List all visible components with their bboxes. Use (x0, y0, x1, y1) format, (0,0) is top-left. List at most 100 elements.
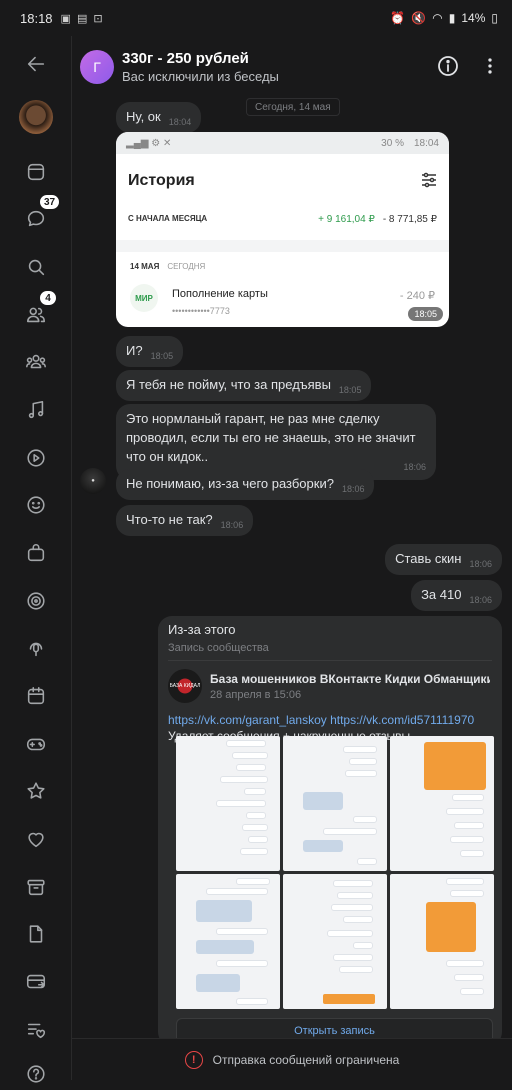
screenshot-attachment[interactable]: ▂▄▆ ⚙ ✕ 30 % 18:04 История С НАЧАЛА МЕСЯ… (116, 132, 449, 327)
outgoing-bubble[interactable]: За 410 18:06 (411, 580, 502, 611)
gallery-icon: ▣ (60, 12, 71, 25)
rail-communities[interactable] (20, 346, 52, 378)
communities-icon (26, 354, 46, 369)
music-icon (28, 400, 44, 419)
target-icon (27, 592, 45, 610)
back-button[interactable] (20, 48, 52, 80)
rail-search[interactable] (20, 251, 52, 283)
rail-payments[interactable] (20, 966, 52, 998)
message-text: Я тебя не пойму, что за предъявы (126, 377, 331, 392)
photo-thumbnail[interactable] (283, 736, 387, 871)
restriction-text: Отправка сообщений ограничена (212, 1052, 400, 1067)
play-icon (27, 449, 45, 467)
message-text: За 410 (421, 587, 462, 602)
rail-market[interactable] (20, 537, 52, 569)
message-bubble[interactable]: Что-то не так? 18:06 (116, 505, 254, 536)
card-transfer-icon (26, 974, 46, 989)
message-text: И? (126, 343, 143, 358)
chat-avatar[interactable]: Г (80, 50, 114, 84)
message-text: Ставь скин (395, 551, 462, 566)
repost-links[interactable]: https://vk.com/garant_lanskoy https://vk… (168, 713, 492, 727)
message-time: 18:04 (168, 117, 192, 127)
more-vertical-icon (488, 58, 492, 74)
search-icon (28, 259, 45, 276)
document-icon (29, 925, 43, 943)
alarm-icon: ⏰ (390, 11, 406, 25)
info-button[interactable] (434, 52, 462, 80)
arrow-left-icon (27, 56, 45, 72)
profile-avatar[interactable] (19, 100, 53, 134)
signal-icon: ▮ (448, 11, 456, 25)
rail-stickers[interactable] (20, 489, 52, 521)
left-rail: 37 4 (0, 36, 72, 1083)
open-post-button[interactable]: Открыть запись (176, 1018, 493, 1038)
rail-podcasts[interactable] (20, 632, 52, 664)
outgoing-bubble[interactable]: Ставь скин 18:06 (385, 544, 502, 575)
message-time: 18:06 (469, 559, 492, 569)
help-icon (27, 1065, 45, 1083)
message-bubble[interactable]: Не понимаю, из-за чего разборки? 18:06 (116, 469, 375, 500)
message-bubble[interactable]: И? 18:05 (116, 336, 184, 367)
rail-charity[interactable] (20, 1014, 52, 1046)
rail-news[interactable] (20, 156, 52, 188)
gamepad-icon (26, 738, 46, 751)
rail-events[interactable] (20, 680, 52, 712)
photo-thumbnail[interactable] (283, 874, 387, 1009)
message-time: 18:06 (403, 462, 426, 472)
list-heart-icon (27, 1023, 46, 1039)
battery-icon: ▯ (491, 11, 498, 25)
rail-clips[interactable] (20, 585, 52, 617)
shot-date-row: 14 МАЯ СЕГОДНЯ (130, 262, 205, 271)
smile-icon (27, 496, 45, 514)
rail-video[interactable] (20, 442, 52, 474)
rail-music[interactable] (20, 394, 52, 426)
community-name: База мошенников ВКонтакте Кидки Обманщик… (210, 671, 490, 686)
message-time: 18:06 (469, 595, 492, 605)
chat-title-block[interactable]: 330г - 250 рублей Вас исключили из бесед… (122, 50, 279, 84)
warning-icon: ! (184, 1050, 203, 1069)
battery-level: 14% (461, 11, 486, 25)
rail-documents[interactable] (20, 918, 52, 950)
rail-friends[interactable]: 4 (20, 289, 58, 331)
photo-thumbnail[interactable] (176, 874, 280, 1009)
chat-title: 330г - 250 рублей (122, 50, 249, 67)
rail-help[interactable] (20, 1058, 52, 1090)
message-feed[interactable]: Сегодня, 14 мая Ну, ок 18:04 ▂▄▆ ⚙ ✕ 30 %… (72, 98, 512, 1038)
repost-bubble[interactable]: Из-за этого Запись сообщества БАЗА КИДАЛ… (158, 616, 502, 1038)
rail-messages[interactable]: 37 (20, 193, 62, 235)
message-time: 18:05 (338, 385, 362, 395)
info-icon (438, 56, 458, 76)
message-bubble[interactable]: Ну, ок 18:04 (116, 102, 202, 133)
chat-subtitle: Вас исключили из беседы (122, 69, 279, 84)
messages-badge: 37 (38, 193, 62, 211)
shot-status-bar: ▂▄▆ ⚙ ✕ 30 % 18:04 (116, 132, 449, 154)
rail-bookmarks[interactable] (20, 775, 52, 807)
podcast-icon (29, 642, 43, 657)
friends-icon (26, 307, 46, 323)
message-bubble[interactable]: Я тебя не пойму, что за предъявы 18:05 (116, 370, 372, 401)
message-text: Это нормланый гарант, не раз мне сделку … (126, 411, 416, 464)
wifi-icon: ◠ (432, 11, 443, 25)
photo-thumbnail[interactable] (176, 736, 280, 871)
photo-thumbnail[interactable] (390, 874, 494, 1009)
rail-archive[interactable] (20, 871, 52, 903)
more-button[interactable] (476, 52, 504, 80)
filter-icon (422, 172, 436, 188)
repost-label: Запись сообщества (168, 642, 492, 661)
date-chip: Сегодня, 14 мая (246, 98, 340, 116)
status-time: 18:18 (20, 10, 53, 26)
rail-games[interactable] (20, 728, 52, 760)
repost-caption: Из-за этого (168, 622, 236, 637)
sender-avatar[interactable]: ● (80, 468, 106, 494)
shot-signal-icon: ▂▄▆ ⚙ ✕ (126, 137, 172, 149)
photo-thumbnail[interactable] (390, 736, 494, 871)
shot-date: 14 МАЯ (130, 262, 160, 271)
mir-card-icon: МИР (130, 284, 158, 312)
rail-likes[interactable] (20, 823, 52, 855)
status-bar: 18:18 ▣ ▤ ⊡ ⏰ 🔇 ◠ ▮ 14% ▯ (0, 0, 512, 36)
repost-date: 28 апреля в 15:06 (210, 688, 302, 701)
shot-summary-row: С НАЧАЛА МЕСЯЦА + 9 161,04 ₽ - 8 771,85 … (128, 214, 437, 225)
shot-battery: 30 % (381, 137, 404, 149)
message-icon (27, 210, 45, 227)
repost-header[interactable]: БАЗА КИДАЛ База мошенников ВКонтакте Кид… (168, 669, 492, 703)
